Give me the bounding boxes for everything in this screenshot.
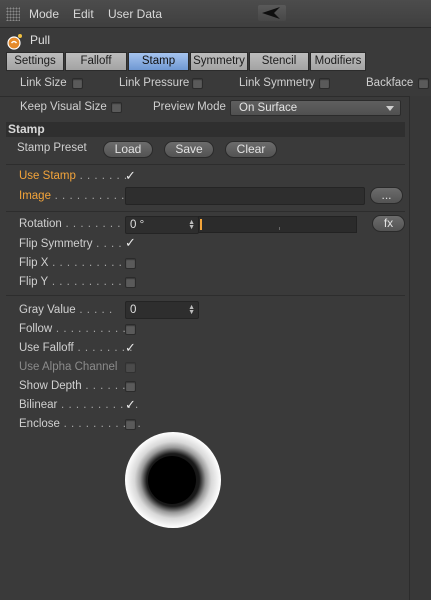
stamp-preview-image	[125, 432, 221, 528]
show-depth-checkbox[interactable]	[125, 381, 136, 392]
image-label: Image . . . . . . . . . .	[19, 190, 125, 202]
gray-value-value: 0	[130, 304, 137, 316]
link-pressure-label: Link Pressure	[119, 77, 190, 89]
fx-button[interactable]: fx	[372, 215, 405, 232]
flip-symmetry-checkbox[interactable]: ✓	[125, 236, 136, 249]
clear-button[interactable]: Clear	[225, 141, 277, 158]
use-falloff-label: Use Falloff . . . . . . . .	[19, 342, 133, 354]
rotation-slider[interactable]	[198, 216, 357, 233]
menu-edit[interactable]: Edit	[73, 7, 94, 21]
use-alpha-channel-label: Use Alpha Channel	[19, 361, 118, 373]
use-stamp-checkbox[interactable]: ✓	[125, 169, 136, 182]
link-symmetry-checkbox[interactable]	[319, 78, 330, 89]
use-alpha-channel-checkbox[interactable]	[125, 362, 136, 373]
link-size-checkbox[interactable]	[72, 78, 83, 89]
stamp-preset-label: Stamp Preset	[17, 142, 87, 154]
arrow-left-icon	[262, 7, 280, 19]
spinner-arrows-icon[interactable]: ▲ ▼	[188, 219, 195, 231]
link-options-row: Link Size Link Pressure Link Symmetry Ba…	[0, 76, 431, 92]
tab-bar: Settings Falloff Stamp Symmetry Stencil …	[6, 52, 367, 71]
slider-tick	[279, 227, 280, 230]
section-title: Stamp	[6, 122, 405, 137]
menu-mode[interactable]: Mode	[29, 7, 59, 21]
flip-x-label: Flip X . . . . . . . . . . . .	[19, 257, 138, 269]
flip-x-checkbox[interactable]	[125, 258, 136, 269]
bilinear-label: Bilinear . . . . . . . . . . .	[19, 399, 139, 411]
rotation-value: 0 °	[130, 219, 145, 231]
enclose-checkbox[interactable]	[125, 419, 136, 430]
menu-user-data[interactable]: User Data	[108, 7, 162, 21]
use-falloff-checkbox[interactable]: ✓	[125, 341, 136, 354]
flip-y-checkbox[interactable]	[125, 277, 136, 288]
link-pressure-checkbox[interactable]	[192, 78, 203, 89]
keep-visual-size-checkbox[interactable]	[111, 102, 122, 113]
back-arrow-button[interactable]	[258, 5, 286, 21]
divider	[6, 211, 405, 212]
drag-grip-icon[interactable]	[6, 7, 20, 21]
image-path-field[interactable]	[125, 187, 365, 205]
preview-mode-dropdown[interactable]: On Surface	[230, 100, 401, 116]
object-name: Pull	[30, 33, 51, 47]
flip-y-label: Flip Y . . . . . . . . . . . .	[19, 276, 137, 288]
rotation-input[interactable]: 0 ° ▲ ▼	[125, 216, 199, 234]
tab-symmetry[interactable]: Symmetry	[190, 52, 248, 71]
gray-value-label: Gray Value . . . . .	[19, 304, 113, 316]
link-symmetry-label: Link Symmetry	[239, 77, 316, 89]
tab-settings[interactable]: Settings	[6, 52, 64, 71]
backface-checkbox[interactable]	[418, 78, 429, 89]
show-depth-label: Show Depth . . . . . .	[19, 380, 126, 392]
pull-brush-icon	[6, 33, 22, 50]
slider-thumb[interactable]	[200, 219, 202, 230]
tab-falloff[interactable]: Falloff	[65, 52, 127, 71]
tab-stencil[interactable]: Stencil	[249, 52, 309, 71]
menu-bar: Mode Edit User Data	[0, 0, 431, 28]
backface-label: Backface	[366, 77, 414, 89]
preview-mode-value: On Surface	[239, 102, 298, 114]
browse-image-button[interactable]: ...	[370, 187, 403, 204]
preview-mode-label: Preview Mode	[153, 101, 226, 113]
divider	[6, 164, 405, 165]
tab-modifiers[interactable]: Modifiers	[310, 52, 366, 71]
scrollbar[interactable]	[409, 96, 431, 600]
follow-label: Follow . . . . . . . . . . .	[19, 323, 134, 335]
load-button[interactable]: Load	[103, 141, 153, 158]
enclose-label: Enclose . . . . . . . . . . .	[19, 418, 142, 430]
tab-stamp[interactable]: Stamp	[128, 52, 189, 71]
link-size-label: Link Size	[20, 77, 67, 89]
use-stamp-label: Use Stamp . . . . . . .	[19, 170, 128, 182]
follow-checkbox[interactable]	[125, 324, 136, 335]
flip-symmetry-label: Flip Symmetry . . . .	[19, 238, 123, 250]
chevron-down-icon	[386, 106, 394, 111]
keep-visual-size-label: Keep Visual Size	[20, 101, 107, 113]
gray-value-input[interactable]: 0 ▲ ▼	[125, 301, 199, 319]
bilinear-checkbox[interactable]: ✓	[125, 398, 136, 411]
save-button[interactable]: Save	[164, 141, 214, 158]
spinner-arrows-icon[interactable]: ▲ ▼	[188, 304, 195, 316]
divider	[6, 295, 405, 296]
